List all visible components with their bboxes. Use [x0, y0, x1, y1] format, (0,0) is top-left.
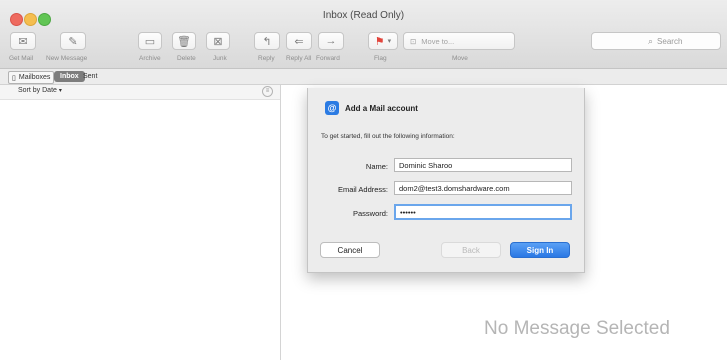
sort-by-menu[interactable]: Sort by Date ▾ — [18, 87, 62, 94]
search-icon: ⌕ — [648, 35, 654, 46]
favorite-inbox[interactable]: Inbox — [54, 71, 85, 82]
move-icon: ⊡ — [410, 36, 417, 46]
name-label: Name: — [365, 162, 388, 171]
flag-icon: ⚑ — [374, 35, 385, 48]
get-mail-label: Get Mail — [9, 55, 34, 62]
sign-in-button[interactable]: Sign In — [510, 242, 570, 258]
archive-label: Archive — [139, 55, 161, 62]
sort-label: Sort by Date — [18, 87, 57, 94]
message-list[interactable]: Sort by Date ▾ ≡ — [0, 85, 281, 360]
junk-icon: ⊠ — [213, 35, 223, 48]
reply-all-icon: ⇐ — [294, 35, 304, 48]
name-input[interactable] — [394, 158, 572, 172]
move-to-label: Move to... — [421, 36, 455, 46]
forward-label: Forward — [316, 55, 340, 62]
archive-button[interactable]: ▭ — [138, 32, 162, 50]
dialog-title: Add a Mail account — [345, 104, 418, 113]
chevron-down-icon: ▾ — [387, 38, 392, 45]
forward-button[interactable]: → — [318, 32, 344, 50]
cancel-button[interactable]: Cancel — [320, 242, 380, 258]
back-button[interactable]: Back — [441, 242, 501, 258]
email-label: Email Address: — [337, 185, 388, 194]
archive-icon: ▭ — [144, 35, 156, 48]
new-message-button[interactable]: ✎ — [60, 32, 86, 50]
reply-label: Reply — [258, 55, 275, 62]
window-title: Inbox (Read Only) — [322, 10, 405, 21]
envelope-icon: ✉ — [18, 35, 28, 48]
mailboxes-label: Mailboxes — [18, 74, 51, 81]
junk-label: Junk — [213, 55, 227, 62]
reply-all-label: Reply All — [286, 55, 312, 62]
password-label: Password: — [352, 209, 388, 218]
reply-button[interactable]: ↰ — [254, 32, 280, 50]
no-message-selected: No Message Selected — [484, 318, 670, 339]
delete-button[interactable]: 🗑 — [172, 32, 196, 50]
compose-icon: ✎ — [68, 35, 78, 48]
flag-label: Flag — [374, 55, 387, 62]
favorites-bar: ▯ Mailboxes Inbox Sent — [0, 69, 727, 85]
move-label: Move — [452, 55, 468, 62]
dialog-description: To get started, fill out the following i… — [321, 133, 455, 140]
reply-icon: ↰ — [262, 35, 272, 48]
mail-app-icon: @ — [325, 101, 339, 115]
junk-button[interactable]: ⊠ — [206, 32, 230, 50]
flag-button[interactable]: ⚑ ▾ — [368, 32, 398, 50]
search-placeholder: Search — [657, 36, 683, 46]
reply-all-button[interactable]: ⇐ — [286, 32, 312, 50]
move-to-button[interactable]: ⊡ Move to... — [403, 32, 515, 50]
forward-icon: → — [325, 35, 337, 47]
add-mail-account-dialog: @ Add a Mail account To get started, fil… — [307, 88, 585, 273]
window-toolbar: Inbox (Read Only) ✉ ✎ Get Mail New Messa… — [0, 0, 727, 69]
trash-icon: 🗑 — [177, 35, 191, 48]
sidebar-icon: ▯ — [12, 74, 16, 82]
password-input[interactable] — [394, 204, 572, 220]
search-field[interactable]: ⌕ Search — [591, 32, 721, 50]
new-message-label: New Message — [46, 55, 88, 62]
chevron-down-icon: ▾ — [58, 88, 62, 94]
message-list-header: Sort by Date ▾ ≡ — [0, 85, 280, 100]
favorite-sent[interactable]: Sent — [83, 71, 97, 82]
filter-icon[interactable]: ≡ — [262, 86, 273, 97]
get-mail-button[interactable]: ✉ — [10, 32, 36, 50]
email-input[interactable] — [394, 181, 572, 195]
delete-label: Delete — [177, 55, 196, 62]
mailboxes-button[interactable]: ▯ Mailboxes — [8, 71, 55, 84]
